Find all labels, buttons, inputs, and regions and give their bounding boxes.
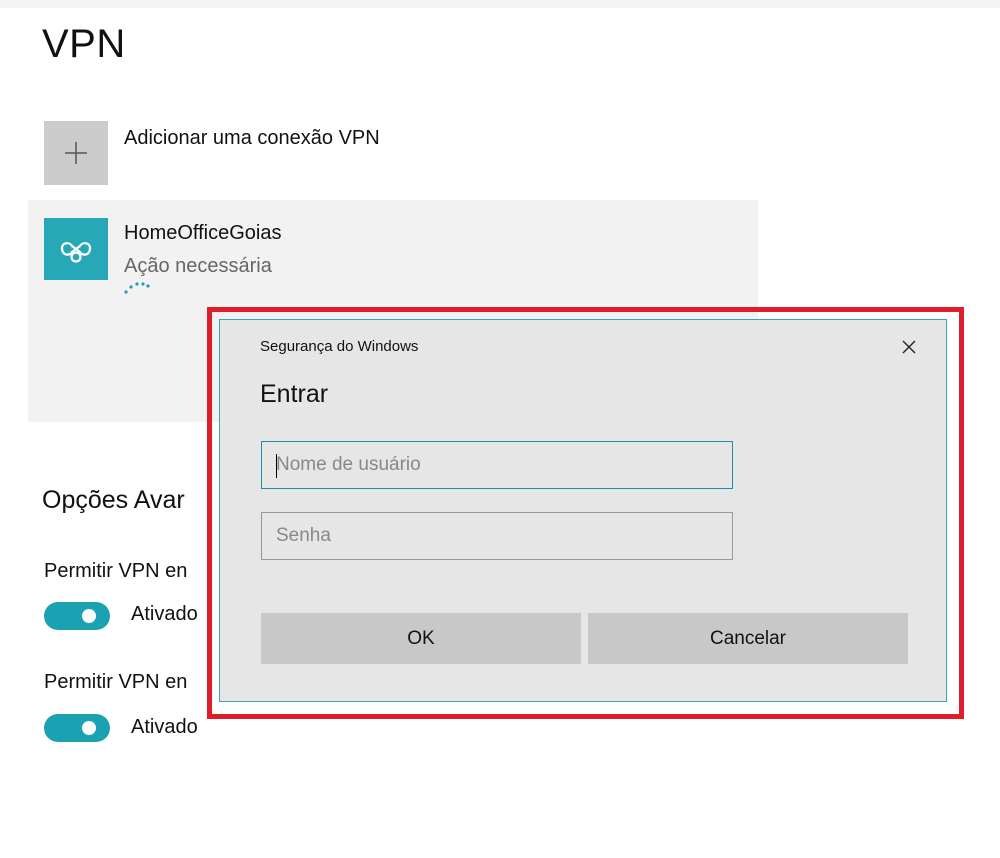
add-vpn-connection-label: Adicionar uma conexão VPN bbox=[124, 127, 380, 149]
page-title: VPN bbox=[42, 22, 126, 66]
option-toggle-state: Ativado bbox=[131, 603, 198, 625]
top-strip bbox=[0, 0, 1000, 8]
toggle-knob bbox=[82, 609, 96, 623]
username-field[interactable] bbox=[261, 441, 733, 489]
cancel-button[interactable]: Cancelar bbox=[588, 613, 908, 664]
plus-icon bbox=[44, 121, 108, 185]
close-icon[interactable] bbox=[898, 336, 920, 358]
windows-security-dialog: Segurança do Windows Entrar OK Cancelar bbox=[219, 319, 947, 702]
vpn-connection-status: Ação necessária bbox=[124, 255, 272, 277]
add-vpn-connection-button[interactable]: Adicionar uma conexão VPN bbox=[44, 121, 744, 185]
dialog-heading: Entrar bbox=[260, 380, 329, 408]
advanced-options-heading: Opções Avar bbox=[42, 486, 185, 514]
text-caret bbox=[276, 454, 277, 478]
option-toggle[interactable] bbox=[44, 602, 110, 630]
toggle-knob bbox=[82, 721, 96, 735]
vpn-connection-name: HomeOfficeGoias bbox=[124, 222, 282, 244]
ok-button[interactable]: OK bbox=[261, 613, 581, 664]
option-label: Permitir VPN en bbox=[44, 671, 188, 693]
vpn-connection-icon bbox=[44, 218, 108, 280]
dialog-caption: Segurança do Windows bbox=[260, 338, 419, 355]
option-toggle[interactable] bbox=[44, 714, 110, 742]
option-label: Permitir VPN en bbox=[44, 560, 188, 582]
password-field[interactable] bbox=[261, 512, 733, 560]
progress-dots-icon bbox=[124, 282, 150, 294]
option-toggle-state: Ativado bbox=[131, 716, 198, 738]
